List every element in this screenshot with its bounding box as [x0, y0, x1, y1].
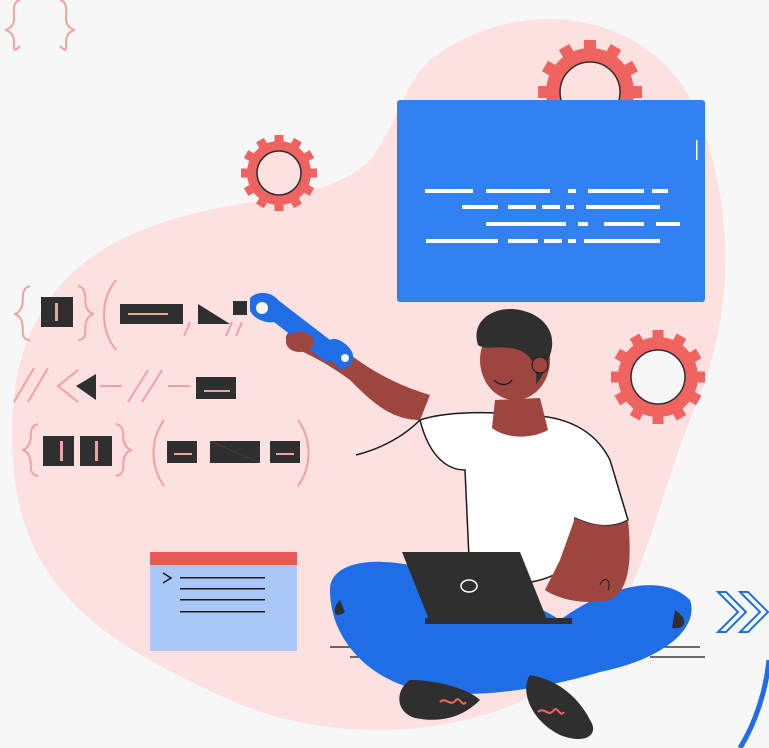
double-chevron-icon — [715, 591, 769, 633]
gear-tooth — [584, 40, 596, 50]
gear-tooth — [611, 371, 620, 383]
curly-braces-icon — [3, 0, 77, 51]
gear-tooth — [696, 371, 705, 383]
decorative-arc — [737, 659, 769, 748]
gear-tooth — [652, 415, 664, 424]
gear-tooth — [241, 168, 249, 178]
gear-tooth — [538, 86, 548, 98]
gear-tooth — [309, 168, 317, 178]
developer-illustration — [3, 0, 769, 748]
terminal-window-icon — [150, 552, 297, 651]
gear-tooth — [274, 203, 284, 211]
gear-tooth — [632, 86, 642, 98]
gear-tooth — [652, 330, 664, 339]
code-window-icon — [397, 100, 705, 302]
gear-tooth — [274, 135, 284, 143]
